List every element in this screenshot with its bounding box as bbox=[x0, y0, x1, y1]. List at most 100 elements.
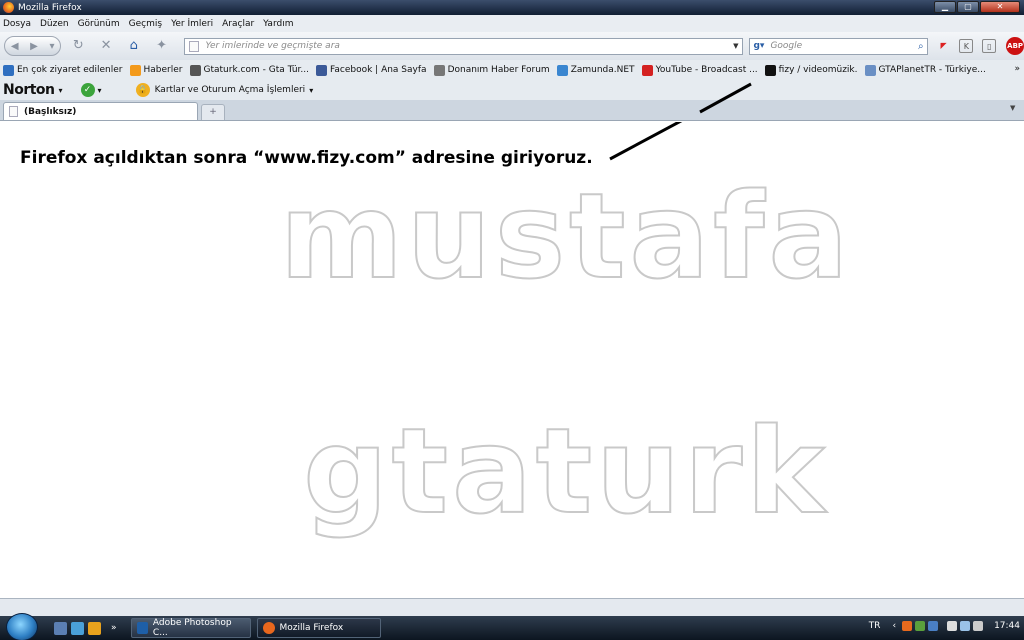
firefox-logo-icon bbox=[3, 2, 14, 13]
search-bar[interactable]: g▾ Google ⌕ bbox=[749, 37, 928, 55]
tray-update-icon[interactable] bbox=[928, 621, 939, 631]
menu-help[interactable]: Yardım bbox=[263, 19, 293, 29]
identity-safe-label[interactable]: Kartlar ve Oturum Açma İşlemleri bbox=[155, 85, 306, 95]
most-visited-icon bbox=[3, 64, 14, 76]
new-tab-button[interactable]: + bbox=[201, 104, 225, 120]
taskbar-firefox[interactable]: Mozilla Firefox bbox=[256, 618, 381, 638]
close-icon[interactable]: ✕ bbox=[980, 1, 1020, 13]
identity-dropdown-icon[interactable]: ▾ bbox=[309, 86, 313, 95]
bookmark-item[interactable]: Facebook | Ana Sayfa bbox=[316, 64, 427, 76]
search-icon[interactable]: ⌕ bbox=[918, 41, 924, 52]
explorer-icon[interactable] bbox=[88, 621, 101, 635]
bookmark-label: Gtaturk.com - Gta Tür... bbox=[203, 65, 310, 75]
menu-file[interactable]: Dosya bbox=[3, 19, 31, 29]
gtaturk-icon bbox=[189, 64, 201, 76]
bookmark-label: GTAPlanetTR - Türkiye... bbox=[878, 65, 986, 75]
identity-safe-icon[interactable]: 🔒 bbox=[135, 83, 150, 97]
url-input[interactable]: Yer imlerinde ve geçmişte ara bbox=[205, 41, 733, 51]
search-input[interactable]: Google bbox=[770, 41, 918, 51]
photoshop-icon bbox=[136, 622, 148, 634]
bookmark-item[interactable]: Gtaturk.com - Gta Tür... bbox=[189, 64, 310, 76]
tray-volume-icon[interactable] bbox=[973, 621, 984, 631]
tab-page-icon bbox=[9, 106, 18, 117]
tab-label: (Başlıksız) bbox=[24, 106, 77, 117]
bookmark-item[interactable]: GTAPlanetTR - Türkiye... bbox=[864, 64, 986, 76]
addon-page-icon[interactable]: ▯ bbox=[982, 39, 997, 53]
minimize-icon[interactable]: ▁ bbox=[934, 1, 956, 13]
bookmark-label: Zamunda.NET bbox=[570, 65, 635, 75]
bookmark-item[interactable]: fizy / videomüzik. bbox=[764, 64, 858, 76]
fizy-icon bbox=[764, 64, 776, 76]
rss-icon bbox=[129, 64, 141, 76]
norton-brand[interactable]: Norton bbox=[3, 82, 55, 98]
norton-safe-check-icon[interactable]: ✓ bbox=[80, 83, 95, 97]
addon-red-icon[interactable]: ◤ bbox=[937, 39, 951, 53]
bookmark-item[interactable]: YouTube - Broadcast ... bbox=[641, 64, 758, 76]
tab-strip: (Başlıksız) + ▼ bbox=[0, 100, 1024, 121]
start-orb-icon[interactable] bbox=[6, 612, 38, 640]
norton-toolbar: Norton ▾ ✓ ▾ 🔒 Kartlar ve Oturum Açma İş… bbox=[0, 80, 1024, 100]
bookmark-label: Facebook | Ana Sayfa bbox=[330, 65, 427, 75]
menu-view[interactable]: Görünüm bbox=[78, 19, 120, 29]
window-controls: ▁ ▢ ✕ bbox=[934, 1, 1020, 13]
zamunda-icon bbox=[556, 64, 568, 76]
language-indicator[interactable]: TR bbox=[869, 621, 881, 631]
back-icon[interactable]: ◀ bbox=[11, 41, 19, 52]
window-titlebar[interactable]: Mozilla Firefox ▁ ▢ ✕ bbox=[0, 0, 1024, 15]
taskbar-firefox-label: Mozilla Firefox bbox=[279, 623, 344, 633]
pointer-line-stroke bbox=[609, 122, 683, 161]
facebook-icon bbox=[316, 64, 328, 76]
pointer-line bbox=[609, 122, 683, 161]
bookmark-label: Haberler bbox=[143, 65, 183, 75]
menu-tools[interactable]: Araçlar bbox=[222, 19, 254, 29]
bookmark-item[interactable]: Haberler bbox=[129, 64, 183, 76]
stop-icon[interactable]: ✕ bbox=[95, 36, 117, 56]
switch-windows-icon[interactable] bbox=[71, 621, 84, 635]
google-engine-icon[interactable]: g▾ bbox=[753, 41, 764, 51]
history-dropdown-icon[interactable]: ▾ bbox=[50, 41, 55, 52]
adblock-plus-icon[interactable]: ABP bbox=[1006, 37, 1024, 55]
url-dropdown-icon[interactable]: ▼ bbox=[733, 42, 738, 50]
tray-monitor-icon[interactable] bbox=[960, 621, 971, 631]
bookmark-item[interactable]: Zamunda.NET bbox=[556, 64, 635, 76]
bookmark-label: Donanım Haber Forum bbox=[447, 65, 550, 75]
back-forward-buttons[interactable]: ◀ ▶ ▾ bbox=[4, 36, 62, 56]
reload-icon[interactable]: ↻ bbox=[67, 36, 89, 56]
status-bar bbox=[0, 598, 1024, 616]
menu-edit[interactable]: Düzen bbox=[40, 19, 69, 29]
norton-dropdown-icon[interactable]: ▾ bbox=[59, 86, 63, 95]
tab-list-icon[interactable]: ▼ bbox=[1010, 104, 1020, 112]
tray-power-icon[interactable] bbox=[947, 621, 958, 631]
url-bar[interactable]: Yer imlerinde ve geçmişte ara ▼ bbox=[184, 37, 744, 55]
menu-bar: Dosya Düzen Görünüm Geçmiş Yer İmleri Ar… bbox=[0, 15, 1024, 32]
bookmark-label: En çok ziyaret edilenler bbox=[17, 65, 123, 75]
tray-network-icon[interactable] bbox=[915, 621, 926, 631]
bookmark-label: YouTube - Broadcast ... bbox=[655, 65, 758, 75]
addon-box-icon[interactable]: K bbox=[959, 39, 974, 53]
gtaplanet-icon bbox=[864, 64, 876, 76]
show-desktop-icon[interactable] bbox=[54, 621, 67, 635]
bookmark-item[interactable]: Donanım Haber Forum bbox=[433, 64, 550, 76]
clock[interactable]: 17:44 bbox=[994, 621, 1020, 631]
bookmarks-toolbar: En çok ziyaret edilenler Haberler Gtaturk.… bbox=[0, 60, 1024, 80]
tray-app-icon[interactable] bbox=[902, 621, 913, 631]
menu-bookmarks[interactable]: Yer İmleri bbox=[171, 19, 213, 29]
bookmark-tool-icon[interactable]: ✦ bbox=[151, 36, 173, 56]
navigation-toolbar: ◀ ▶ ▾ ↻ ✕ ⌂ ✦ Yer imlerinde ve geçmişte … bbox=[0, 32, 1024, 60]
taskbar: » Adobe Photoshop C... Mozilla Firefox T… bbox=[0, 612, 1024, 640]
bookmarks-overflow-icon[interactable]: » bbox=[1014, 64, 1020, 74]
page-icon bbox=[189, 40, 200, 52]
donanim-icon bbox=[433, 64, 445, 76]
tray-expand-icon[interactable]: ‹ bbox=[892, 621, 896, 631]
bookmark-item[interactable]: En çok ziyaret edilenler bbox=[3, 64, 123, 76]
taskbar-photoshop[interactable]: Adobe Photoshop C... bbox=[130, 618, 251, 638]
home-icon[interactable]: ⌂ bbox=[123, 36, 145, 56]
system-tray: TR ‹ 17:44 bbox=[869, 621, 1020, 631]
maximize-icon[interactable]: ▢ bbox=[957, 1, 979, 13]
forward-icon[interactable]: ▶ bbox=[30, 41, 38, 52]
bookmark-label: fizy / videomüzik. bbox=[778, 65, 858, 75]
menu-history[interactable]: Geçmiş bbox=[129, 19, 162, 29]
safe-dropdown-icon[interactable]: ▾ bbox=[98, 86, 102, 95]
tab-untitled[interactable]: (Başlıksız) bbox=[3, 102, 198, 120]
quick-launch-more-icon[interactable]: » bbox=[111, 623, 117, 633]
